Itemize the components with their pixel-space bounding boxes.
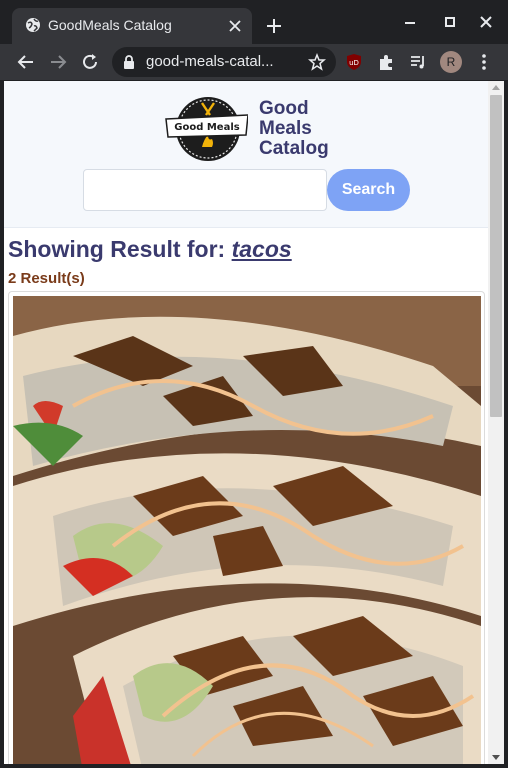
browser-toolbar: good-meals-catal... uD R: [0, 44, 508, 80]
results-prefix: Showing Result for:: [8, 236, 232, 262]
scrollbar-thumb[interactable]: [490, 95, 502, 417]
reload-icon[interactable]: [80, 52, 100, 72]
good-meals-logo[interactable]: Good Meals: [164, 95, 248, 163]
site-header: Good Meals Good Meals Catalog Search: [4, 81, 488, 228]
brand-title: Good Meals Catalog: [259, 99, 329, 159]
brand-line-3: Catalog: [259, 138, 329, 159]
extensions-puzzle-icon[interactable]: [376, 52, 396, 72]
globe-icon: [26, 18, 40, 32]
media-playlist-icon[interactable]: [408, 52, 428, 72]
ublock-extension-icon[interactable]: uD: [344, 52, 364, 72]
close-window-icon[interactable]: [476, 12, 496, 32]
bookmark-star-icon[interactable]: [308, 53, 326, 71]
maximize-icon[interactable]: [440, 12, 460, 32]
browser-window: GoodMeals Catalog good-meals-catal... uD…: [0, 0, 508, 768]
close-tab-icon[interactable]: [226, 17, 244, 35]
address-bar[interactable]: good-meals-catal...: [112, 47, 336, 77]
logo-text: Good Meals: [174, 122, 239, 133]
results-count: 2 Result(s): [8, 270, 85, 287]
result-card[interactable]: [8, 291, 485, 764]
profile-avatar[interactable]: R: [440, 51, 462, 73]
back-arrow-icon[interactable]: [16, 52, 36, 72]
page-scrollbar[interactable]: [488, 81, 504, 764]
tab-goodmeals[interactable]: GoodMeals Catalog: [12, 8, 252, 44]
results-heading: Showing Result for: tacos: [8, 236, 292, 263]
search-query-link[interactable]: tacos: [232, 236, 292, 262]
tab-title: GoodMeals Catalog: [48, 17, 172, 33]
scroll-down-arrow-icon[interactable]: [492, 755, 500, 760]
url-text: good-meals-catal...: [146, 53, 274, 70]
kebab-menu-icon[interactable]: [474, 52, 494, 72]
new-tab-icon[interactable]: [264, 16, 284, 36]
scroll-up-arrow-icon[interactable]: [492, 85, 500, 90]
forward-arrow-icon[interactable]: [48, 52, 68, 72]
page-viewport: Good Meals Good Meals Catalog Search Sho…: [4, 81, 488, 764]
lock-icon[interactable]: [122, 54, 136, 70]
tab-strip: GoodMeals Catalog: [0, 0, 508, 44]
tacos-photo[interactable]: [13, 296, 481, 764]
search-button[interactable]: Search: [327, 169, 410, 211]
brand-line-2: Meals: [259, 118, 312, 139]
brand-line-1: Good: [259, 98, 309, 119]
ublock-label: uD: [349, 59, 359, 67]
minimize-icon[interactable]: [400, 12, 420, 32]
search-input[interactable]: [83, 169, 327, 211]
